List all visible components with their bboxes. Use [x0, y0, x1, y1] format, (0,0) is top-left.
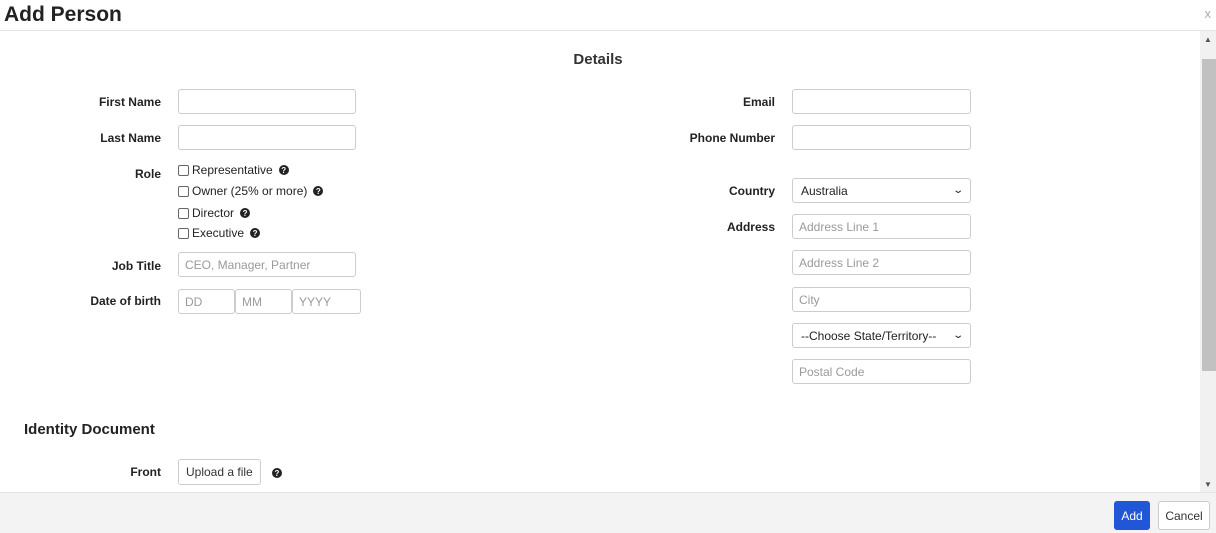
email-label: Email: [742, 95, 775, 109]
state-select-value: --Choose State/Territory--: [801, 328, 937, 343]
role-option-label: Director: [192, 206, 235, 220]
address-line2-input[interactable]: [792, 250, 971, 275]
scrollbar-thumb[interactable]: [1202, 59, 1216, 371]
close-icon[interactable]: x: [1205, 6, 1212, 21]
address-line1-input[interactable]: [792, 214, 971, 239]
role-checkbox-representative[interactable]: [178, 164, 189, 176]
cancel-button[interactable]: Cancel: [1158, 501, 1210, 530]
front-label: Front: [130, 465, 161, 479]
vertical-scrollbar[interactable]: ▲ ▼: [1200, 31, 1216, 492]
add-button[interactable]: Add: [1114, 501, 1150, 530]
role-checkbox-director[interactable]: [178, 207, 189, 219]
role-option-director[interactable]: Director ?: [178, 206, 251, 220]
upload-file-button[interactable]: Upload a file: [178, 459, 261, 485]
job-title-label: Job Title: [111, 259, 161, 273]
phone-label: Phone Number: [689, 131, 775, 145]
role-option-label: Representative: [192, 163, 273, 177]
address-label: Address: [726, 220, 775, 234]
dob-year-input[interactable]: [292, 289, 361, 314]
role-label: Role: [134, 167, 161, 181]
dialog-title: Add Person: [4, 3, 122, 26]
details-section-title: Details: [573, 51, 623, 68]
country-select[interactable]: Australia ⌄: [792, 178, 971, 203]
identity-section-title: Identity Document: [24, 421, 155, 438]
country-label: Country: [729, 184, 775, 198]
chevron-down-icon: ⌄: [951, 185, 964, 196]
dob-month-input[interactable]: [235, 289, 292, 314]
dob-label: Date of birth: [90, 294, 161, 308]
postal-code-input[interactable]: [792, 359, 971, 384]
chevron-down-icon: ⌄: [951, 330, 964, 341]
scroll-down-icon[interactable]: ▼: [1200, 476, 1216, 492]
state-select[interactable]: --Choose State/Territory-- ⌄: [792, 323, 971, 348]
city-input[interactable]: [792, 287, 971, 312]
help-icon[interactable]: ?: [278, 165, 289, 175]
dialog-footer: Add Cancel: [0, 492, 1216, 533]
phone-input[interactable]: [792, 125, 971, 150]
help-icon[interactable]: ?: [240, 208, 251, 218]
dob-day-input[interactable]: [178, 289, 235, 314]
role-option-representative[interactable]: Representative ?: [178, 163, 289, 177]
job-title-input[interactable]: [178, 252, 356, 277]
country-select-value: Australia: [801, 183, 848, 198]
dialog-header: Add Person x: [0, 0, 1216, 31]
dialog-body: Details First Name Last Name Role Repres…: [0, 31, 1200, 492]
help-icon[interactable]: ?: [272, 468, 282, 478]
email-input[interactable]: [792, 89, 971, 114]
scroll-up-icon[interactable]: ▲: [1200, 31, 1216, 47]
